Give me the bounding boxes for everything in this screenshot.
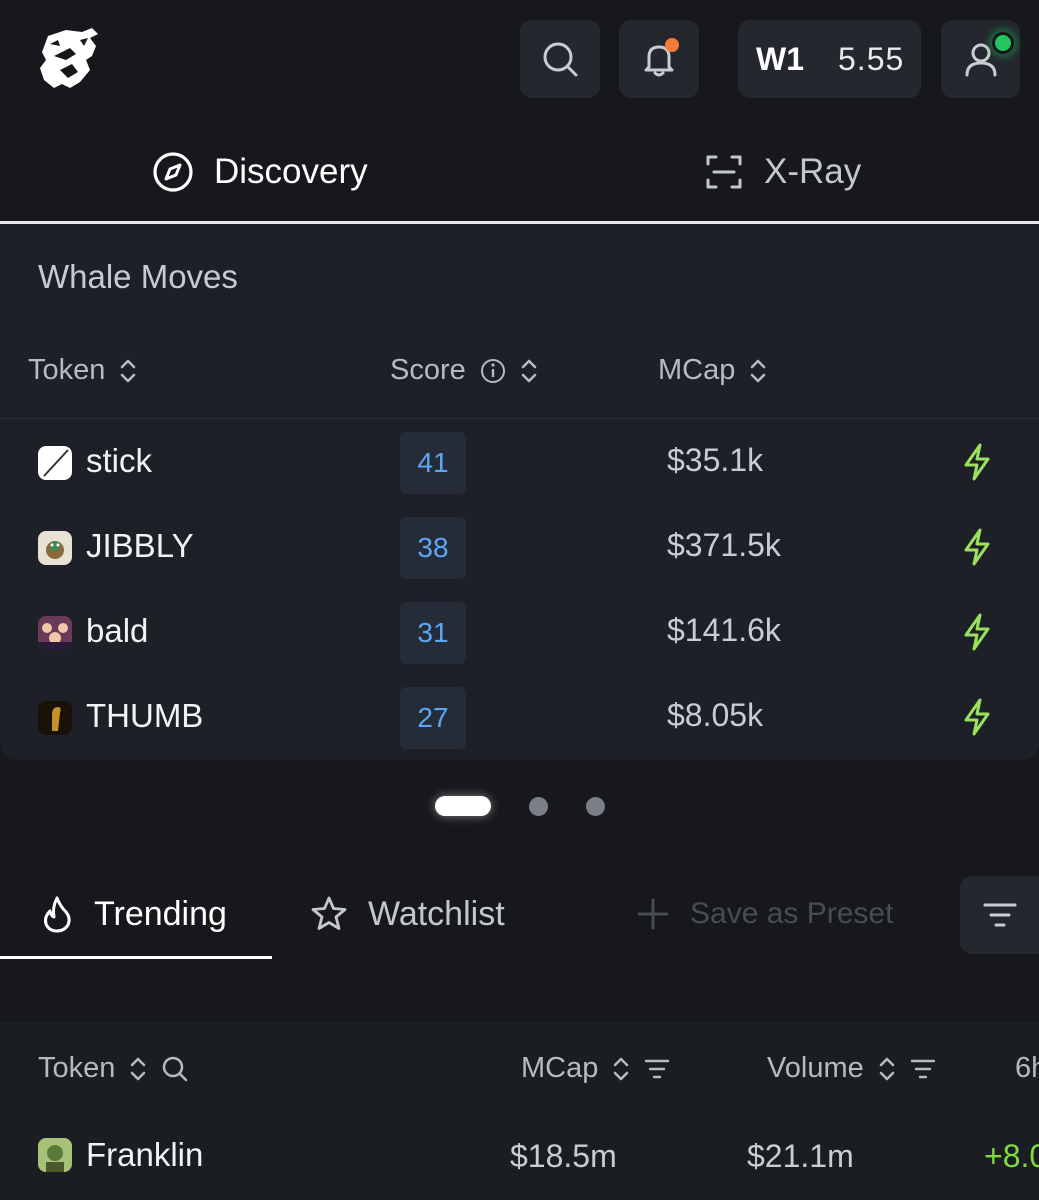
column-token-label: Token: [38, 1052, 116, 1084]
top-header: W1 5.55: [0, 0, 1039, 120]
column-header-token[interactable]: Token: [38, 1052, 189, 1085]
mcap-value: $18.5m: [510, 1138, 617, 1174]
column-header-mcap[interactable]: MCap: [521, 1052, 670, 1085]
list-tabs: Trending Watchlist Save as Preset: [0, 870, 1039, 962]
plus-icon: [637, 898, 669, 930]
search-icon[interactable]: [161, 1055, 189, 1083]
main-tabs: Discovery X-Ray: [0, 120, 1039, 224]
column-header-mcap[interactable]: MCap: [658, 354, 767, 387]
token-avatar: [38, 701, 72, 735]
column-mcap-label: MCap: [658, 354, 736, 386]
page: W1 5.55 Discovery X-Ray Whale Moves Toke…: [0, 0, 1039, 1200]
lightning-icon[interactable]: [960, 527, 994, 567]
notifications-button[interactable]: [619, 20, 699, 98]
search-icon: [543, 42, 578, 77]
scan-icon: [706, 155, 742, 189]
column-header-token[interactable]: Token: [28, 354, 137, 387]
mcap-value: $371.5k: [667, 527, 781, 563]
token-name: Franklin: [86, 1136, 204, 1173]
lightning-icon[interactable]: [960, 612, 994, 652]
sort-icon: [121, 359, 136, 382]
page-indicator-active[interactable]: [435, 796, 491, 816]
column-volume-label: Volume: [767, 1052, 864, 1084]
sort-icon: [614, 1057, 629, 1080]
token-avatar: [38, 616, 72, 650]
token-avatar: [38, 446, 72, 480]
table-row[interactable]: stick 41 $35.1k: [0, 422, 1039, 507]
compass-icon: [153, 152, 193, 192]
wallet-balance: 5.55: [838, 40, 905, 77]
token-name: stick: [86, 442, 152, 479]
lightning-icon[interactable]: [960, 442, 994, 482]
change-value: +8.0: [984, 1138, 1039, 1174]
filter-icon[interactable]: [910, 1058, 936, 1080]
profile-button[interactable]: [941, 20, 1020, 98]
tab-watchlist[interactable]: Watchlist: [310, 870, 505, 958]
token-name: THUMB: [86, 697, 204, 734]
table-row[interactable]: JIBBLY 38 $371.5k: [0, 507, 1039, 592]
sort-icon: [521, 359, 537, 382]
token-avatar: [38, 531, 72, 565]
column-6h-label: 6h: [1015, 1052, 1039, 1084]
page-indicator[interactable]: [586, 797, 605, 816]
tab-watchlist-label: Watchlist: [368, 894, 505, 933]
column-header-score[interactable]: Score: [390, 354, 538, 387]
mcap-value: $141.6k: [667, 612, 781, 648]
whale-moves-title: Whale Moves: [38, 258, 238, 295]
search-button[interactable]: [520, 20, 600, 98]
filter-icon[interactable]: [644, 1058, 670, 1080]
notification-dot: [665, 38, 679, 52]
table-row[interactable]: Franklin $18.5m $21.1m +8.0: [0, 1120, 1039, 1200]
wallet-name: W1: [756, 40, 804, 77]
whale-moves-panel: Whale Moves Token Score MCap stick 41 $3…: [0, 224, 1039, 760]
save-preset-label: Save as Preset: [690, 897, 894, 930]
lightning-icon[interactable]: [960, 697, 994, 737]
table-row[interactable]: bald 31 $141.6k: [0, 592, 1039, 677]
tab-trending[interactable]: Trending: [40, 870, 227, 958]
tab-xray[interactable]: X-Ray: [704, 120, 861, 224]
flame-icon: [44, 896, 71, 933]
tab-discovery-label: Discovery: [214, 152, 368, 191]
score-badge: 38: [400, 517, 466, 579]
sort-icon: [751, 359, 766, 382]
column-header-6h[interactable]: 6h: [1015, 1052, 1039, 1085]
mcap-value: $8.05k: [667, 697, 764, 733]
tab-xray-label: X-Ray: [764, 152, 862, 191]
tab-discovery[interactable]: Discovery: [152, 120, 368, 224]
column-mcap-label: MCap: [521, 1052, 599, 1084]
sort-icon: [131, 1057, 146, 1080]
table-row[interactable]: THUMB 27 $8.05k: [0, 677, 1039, 762]
wallet-button[interactable]: W1 5.55: [738, 20, 921, 98]
carousel-pagination: [0, 796, 1039, 816]
sort-icon: [879, 1057, 894, 1080]
column-token-label: Token: [28, 354, 106, 386]
score-badge: 27: [400, 687, 466, 749]
filter-icon: [983, 903, 1016, 927]
score-badge: 41: [400, 432, 466, 494]
column-score-label: Score: [390, 354, 466, 386]
header-divider: [0, 418, 1039, 419]
page-indicator[interactable]: [529, 797, 548, 816]
save-preset-button[interactable]: Save as Preset: [636, 870, 893, 958]
online-status-dot: [992, 32, 1014, 54]
star-icon: [311, 896, 347, 930]
active-tab-underline: [0, 956, 272, 959]
info-icon[interactable]: [480, 358, 506, 384]
tab-trending-label: Trending: [94, 894, 227, 933]
trending-table: Token MCap Volume 6h Franklin $18.5m $21…: [0, 1022, 1039, 1200]
creature-logo-icon[interactable]: [36, 26, 104, 92]
filter-button[interactable]: [960, 876, 1039, 954]
score-badge: 31: [400, 602, 466, 664]
volume-value: $21.1m: [747, 1138, 854, 1174]
token-name: bald: [86, 612, 149, 649]
token-name: JIBBLY: [86, 527, 194, 564]
token-avatar: [38, 1138, 72, 1172]
column-header-volume[interactable]: Volume: [767, 1052, 936, 1085]
mcap-value: $35.1k: [667, 442, 764, 478]
